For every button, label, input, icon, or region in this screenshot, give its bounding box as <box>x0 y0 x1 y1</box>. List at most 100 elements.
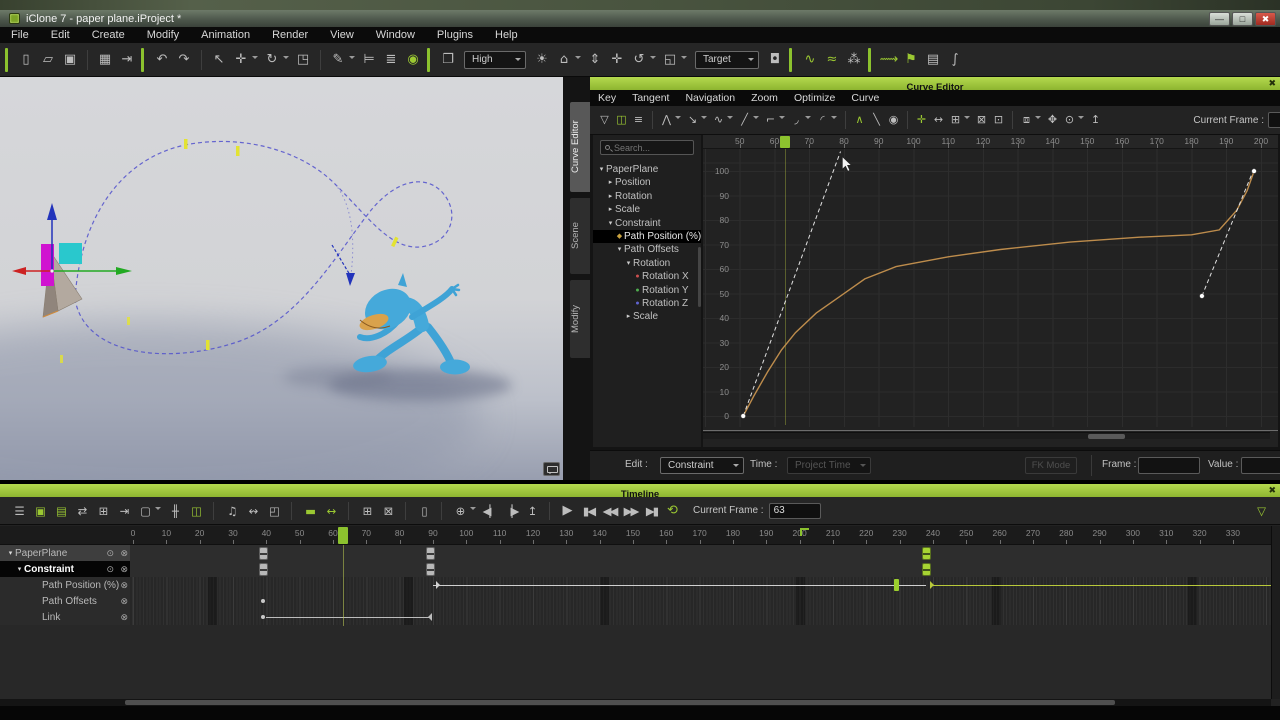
tree-item-rotation[interactable]: ▸ Rotation <box>593 190 701 203</box>
tree-item-position[interactable]: ▸ Position <box>593 176 701 189</box>
collect-clip-icon[interactable]: ◫ <box>185 499 206 523</box>
move-keys-icon[interactable]: ✛ <box>913 109 930 131</box>
track-visibility-icon[interactable]: ⊙ <box>106 546 114 560</box>
expand-arrow-icon[interactable]: ▾ <box>597 163 606 176</box>
caption-bubble-icon[interactable] <box>543 462 560 476</box>
tree-item-rotation-z[interactable]: ● Rotation Z <box>593 297 701 310</box>
redo-icon[interactable]: ↷ <box>173 47 195 73</box>
first-frame-button[interactable]: ▮◀ <box>578 499 599 523</box>
object-related-icon[interactable]: ▣ <box>29 499 50 523</box>
export-video-icon[interactable]: ↥ <box>521 499 542 523</box>
tree-item-scale[interactable]: ▸ Scale <box>593 310 701 323</box>
track-list-icon[interactable]: ☰ <box>8 499 29 523</box>
track-remove-icon[interactable]: ⊗ <box>120 594 128 608</box>
play-button[interactable]: ▶ <box>557 499 578 523</box>
keyframe-clip[interactable] <box>425 562 435 576</box>
tab-scene[interactable]: Scene <box>570 198 590 274</box>
export-icon[interactable]: ⇥ <box>116 47 138 73</box>
search-box[interactable] <box>600 140 694 155</box>
save-clip-icon[interactable]: ◰ <box>263 499 284 523</box>
fit-view-icon[interactable]: ⊡ <box>990 109 1007 131</box>
curve-menu-navigation[interactable]: Navigation <box>677 92 743 104</box>
minimize-button[interactable]: — <box>1209 11 1230 26</box>
value-input[interactable] <box>1241 457 1280 474</box>
step-tangent-icon[interactable]: ⌐ <box>762 109 779 131</box>
loop-button[interactable]: ⟲ <box>662 499 683 523</box>
break-clip-icon[interactable]: ╫ <box>164 499 185 523</box>
camera-zoom-icon[interactable]: ◱ <box>659 47 681 73</box>
tree-item-path-offsets[interactable]: ▾ Path Offsets <box>593 243 701 256</box>
character-group-icon[interactable]: ⁂ <box>843 47 865 73</box>
play-range-end-marker[interactable] <box>799 528 809 536</box>
pivot-dropdown[interactable]: Target <box>695 50 759 69</box>
motion-list-icon[interactable]: ▤ <box>922 47 944 73</box>
reach-target-icon[interactable]: ⚑ <box>900 47 922 73</box>
camera-orbit-icon[interactable]: ↺ <box>628 47 650 73</box>
key-visibility-icon[interactable]: ◉ <box>885 109 902 131</box>
bezier-tangent-icon[interactable]: ↘ <box>684 109 701 131</box>
tree-item-rotation-y[interactable]: ● Rotation Y <box>593 284 701 297</box>
sound-track-icon[interactable]: ♫ <box>221 499 242 523</box>
filter-curves-icon[interactable]: ▽ <box>596 109 613 131</box>
frame-mode-icon[interactable]: ▯ <box>413 499 434 523</box>
window-titlebar[interactable]: iClone 7 - paper plane.iProject * — □ ✖ <box>0 10 1280 27</box>
ease-out-tangent-icon[interactable]: ◞ <box>788 109 805 131</box>
zoom-view-icon[interactable]: ⊙ <box>1061 109 1078 131</box>
curve-menu-curve[interactable]: Curve <box>843 92 887 104</box>
tree-item-scale[interactable]: ▸ Scale <box>593 203 701 216</box>
range-mode-icon[interactable]: ↔ <box>320 499 341 523</box>
expand-arrow-icon[interactable]: ▸ <box>606 190 615 203</box>
menu-edit[interactable]: Edit <box>40 29 81 41</box>
stretch-keys-icon[interactable]: ↔ <box>930 109 947 131</box>
tree-item-path-position-[interactable]: ◆ Path Position (%) <box>593 229 701 244</box>
curve-key-point[interactable] <box>1251 168 1257 174</box>
keyframe-clip[interactable] <box>259 546 268 560</box>
tl-current-frame-input[interactable] <box>768 502 821 519</box>
scale-tool-icon[interactable]: ◳ <box>292 47 314 73</box>
keyframe-clip-current[interactable] <box>922 562 932 576</box>
next-key-icon[interactable]: ▕▶ <box>500 499 521 523</box>
screen-layout-icon[interactable]: ❐ <box>437 47 459 73</box>
motion-correction-icon[interactable]: ≈ <box>821 47 843 73</box>
show-selected-icon[interactable]: ◫ <box>613 109 630 131</box>
keyframe-arrow[interactable] <box>436 581 444 589</box>
track-header-constraint[interactable]: ▾ Constraint ⊙ ⊗ <box>0 561 130 577</box>
quality-dropdown[interactable]: High <box>464 50 526 69</box>
auto-tangent-icon[interactable]: ⋀ <box>658 109 675 131</box>
show-hide-icon[interactable]: ◉ <box>402 47 424 73</box>
curve-menu-zoom[interactable]: Zoom <box>743 92 786 104</box>
curve-graph[interactable]: 50 60 70 80 90 100 110 120 130 140 150 160 170 180 190… <box>703 135 1278 447</box>
keyframe-dot[interactable] <box>261 615 265 619</box>
timeline-frame-ruler[interactable]: 0 10 20 30 40 50 60 70 80 90 100 110 120 130 140 150 160… <box>0 526 1271 545</box>
open-project-icon[interactable]: ▱ <box>37 47 59 73</box>
tangent-handle-1[interactable] <box>1201 168 1255 297</box>
curve-menu-optimize[interactable]: Optimize <box>786 92 843 104</box>
edit-motion-layer-icon[interactable]: ∿ <box>799 47 821 73</box>
curve-editor-titlebar[interactable]: Curve Editor ✖ <box>590 77 1280 93</box>
menu-create[interactable]: Create <box>81 29 136 41</box>
track-remove-icon[interactable]: ⊗ <box>120 610 128 624</box>
rotate-tool-icon[interactable]: ↻ <box>261 47 283 73</box>
track-keys-area[interactable] <box>130 593 1271 609</box>
select-tool-icon[interactable]: ↖ <box>208 47 230 73</box>
add-track-icon[interactable]: ⊞ <box>356 499 377 523</box>
zoom-timeline-icon[interactable]: ⊕ <box>449 499 470 523</box>
keyframe-clip[interactable] <box>425 546 435 560</box>
last-frame-button[interactable]: ▶▮ <box>641 499 662 523</box>
menu-plugins[interactable]: Plugins <box>426 29 484 41</box>
expand-arrow-icon[interactable]: ▾ <box>15 565 24 573</box>
tab-modify[interactable]: Modify <box>570 280 590 358</box>
expand-arrow-icon[interactable]: ▾ <box>6 549 15 557</box>
snapshot-icon[interactable]: ↥ <box>1087 109 1104 131</box>
pan-view-icon[interactable]: ✥ <box>1044 109 1061 131</box>
track-keys-area[interactable] <box>130 545 1271 561</box>
timeline-hscroll-thumb[interactable] <box>125 700 1115 705</box>
menu-help[interactable]: Help <box>484 29 529 41</box>
viewport-3d[interactable] <box>0 77 563 480</box>
tree-item-paperplane[interactable]: ▾ PaperPlane <box>593 163 701 176</box>
camera-home-icon[interactable]: ⌂ <box>553 47 575 73</box>
menu-render[interactable]: Render <box>261 29 319 41</box>
timeline-playhead-line[interactable] <box>342 545 344 626</box>
delete-track-icon[interactable]: ⊠ <box>377 499 398 523</box>
track-header-link[interactable]: Link ⊗ <box>0 609 130 625</box>
